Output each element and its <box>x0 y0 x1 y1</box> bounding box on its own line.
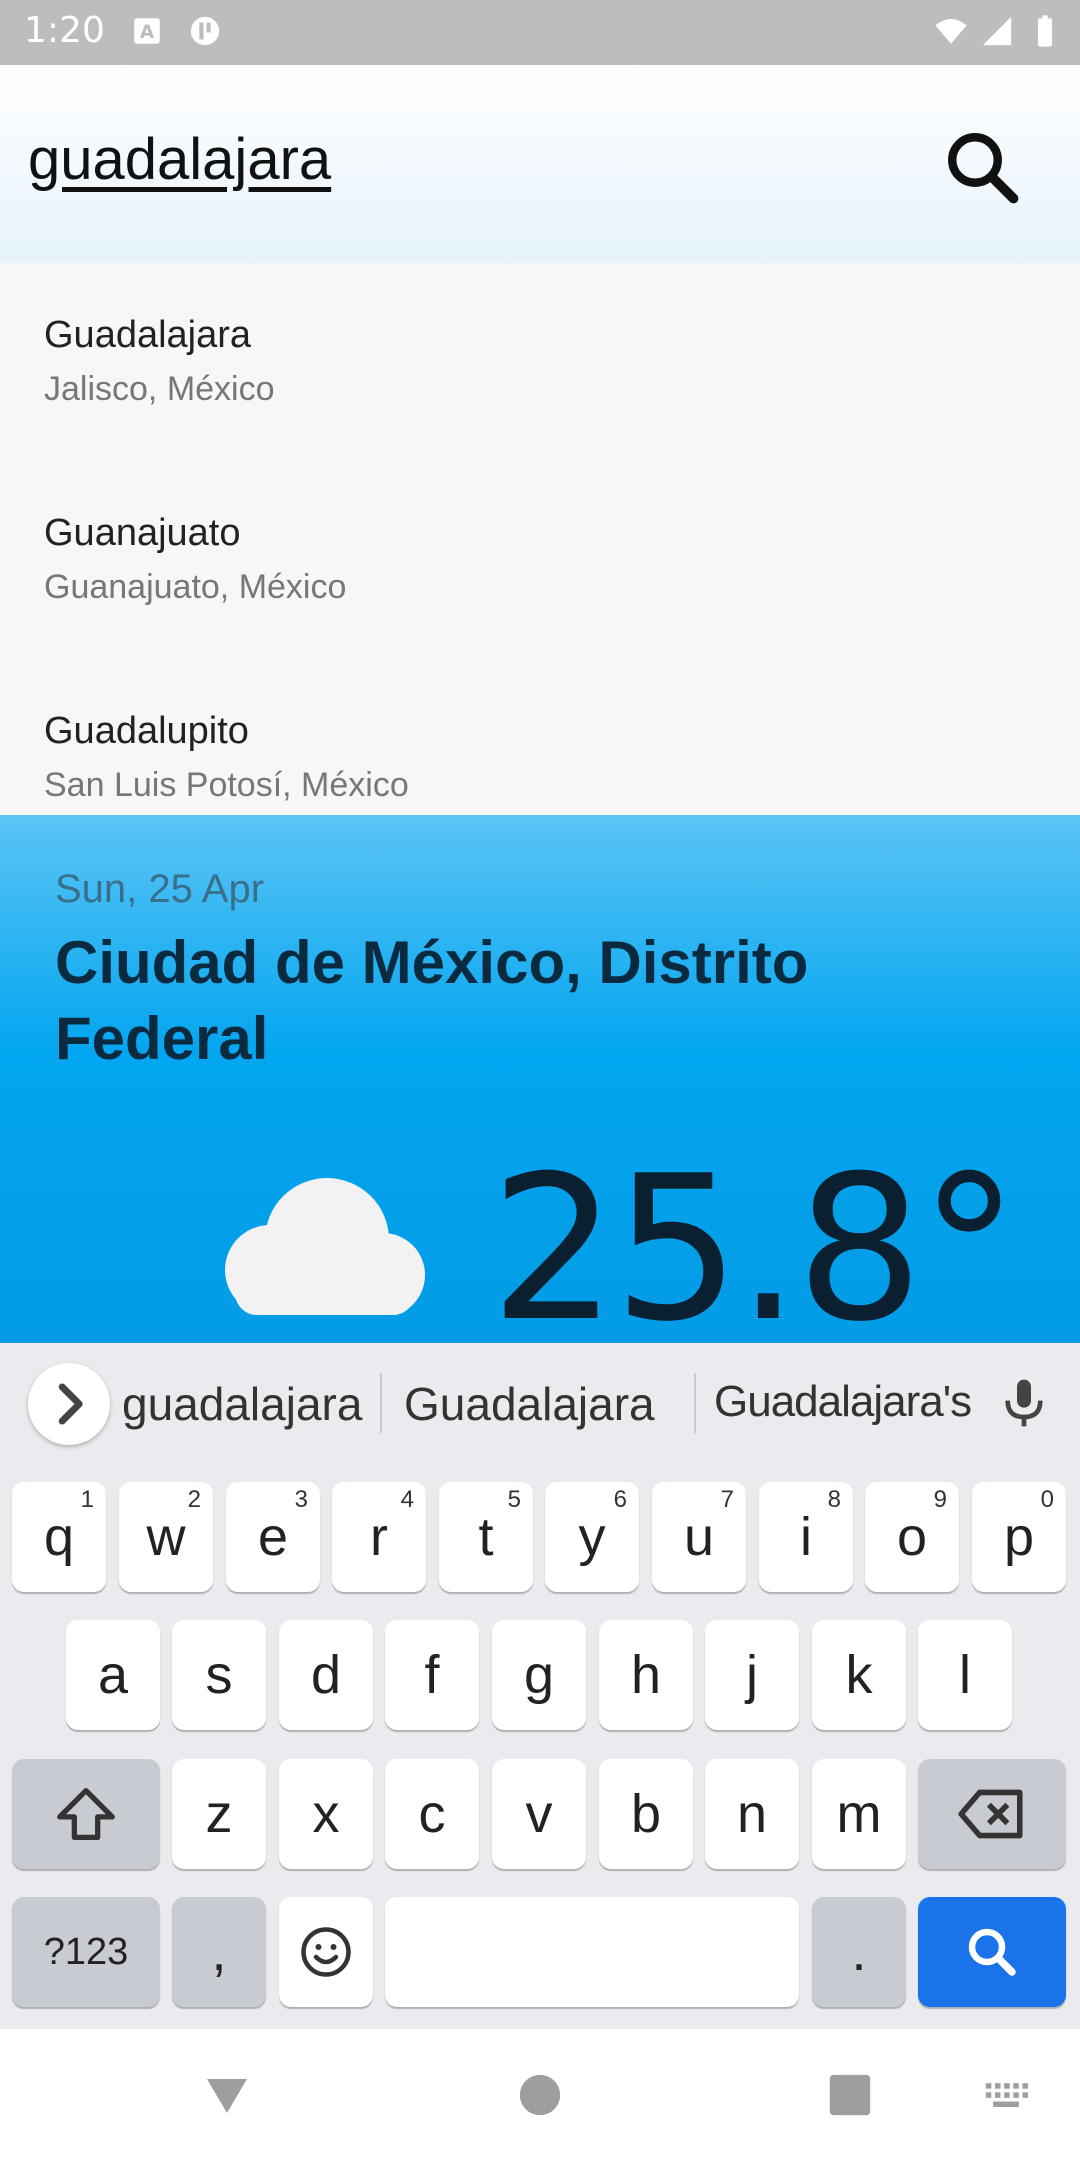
result-region: San Luis Potosí, México <box>44 766 409 804</box>
key-g[interactable]: g <box>492 1620 586 1730</box>
key-z[interactable]: z <box>172 1759 266 1869</box>
app-notification-icon <box>190 16 220 46</box>
key-h[interactable]: h <box>599 1620 693 1730</box>
svg-text:A: A <box>140 22 155 43</box>
key-k[interactable]: k <box>812 1620 906 1730</box>
weather-date: Sun, 25 Apr <box>55 867 265 911</box>
emoji-key[interactable] <box>279 1897 373 2007</box>
suggestion-3[interactable]: Guadalajara's <box>714 1377 972 1427</box>
recents-square-icon[interactable] <box>828 2073 872 2117</box>
key-a[interactable]: a <box>66 1620 160 1730</box>
keyboard-switch-icon[interactable] <box>984 2081 1028 2111</box>
key-s[interactable]: s <box>172 1620 266 1730</box>
signal-icon <box>982 16 1012 46</box>
result-region: Jalisco, México <box>44 370 275 408</box>
shift-key[interactable] <box>12 1759 160 1869</box>
chevron-right-icon <box>58 1383 83 1425</box>
result-region: Guanajuato, México <box>44 568 347 606</box>
suggestion-1[interactable]: guadalajara <box>122 1377 362 1431</box>
navigation-bar <box>0 2029 1080 2160</box>
suggestion-2[interactable]: Guadalajara <box>404 1377 655 1431</box>
search-icon[interactable] <box>940 125 1024 209</box>
home-circle-icon[interactable] <box>518 2073 562 2117</box>
key-w[interactable]: w2 <box>119 1482 213 1592</box>
search-results-list: Guadalajara Jalisco, México Guanajuato G… <box>0 263 1080 815</box>
key-d[interactable]: d <box>279 1620 373 1730</box>
key-n[interactable]: n <box>705 1759 799 1869</box>
search-key[interactable] <box>918 1897 1066 2007</box>
key-b[interactable]: b <box>599 1759 693 1869</box>
key-p[interactable]: p0 <box>972 1482 1066 1592</box>
period-key[interactable]: . <box>812 1897 906 2007</box>
suggestion-divider <box>380 1373 382 1433</box>
text-a-icon: A <box>134 18 160 44</box>
weather-city: Ciudad de México, Distrito Federal <box>55 929 809 1072</box>
key-q[interactable]: q1 <box>12 1482 106 1592</box>
symbols-key[interactable]: ?123 <box>12 1897 160 2007</box>
key-i[interactable]: i8 <box>759 1482 853 1592</box>
backspace-icon <box>958 1789 1023 1839</box>
key-f[interactable]: f <box>385 1620 479 1730</box>
back-triangle-icon[interactable] <box>202 2071 252 2119</box>
suggestion-strip: guadalajara Guadalajara Guadalajara's <box>0 1343 1080 1461</box>
result-name: Guanajuato <box>44 512 241 554</box>
soft-keyboard: guadalajara Guadalajara Guadalajara's q1… <box>0 1343 1080 2029</box>
key-l[interactable]: l <box>918 1620 1012 1730</box>
result-name: Guadalajara <box>44 314 252 356</box>
search-input[interactable]: guadalajara <box>28 126 331 193</box>
expand-suggestions-button[interactable] <box>28 1363 110 1445</box>
emoji-icon <box>301 1927 351 1977</box>
key-c[interactable]: c <box>385 1759 479 1869</box>
microphone-icon[interactable] <box>996 1373 1052 1433</box>
wifi-icon <box>935 18 967 44</box>
search-icon <box>968 1928 1016 1976</box>
result-item[interactable]: Guadalajara Jalisco, México <box>44 313 1044 409</box>
backspace-key[interactable] <box>918 1759 1066 1869</box>
key-u[interactable]: u7 <box>652 1482 746 1592</box>
comma-key[interactable]: , <box>172 1897 266 2007</box>
result-item[interactable]: Guanajuato Guanajuato, México <box>44 511 1044 607</box>
result-name: Guadalupito <box>44 710 249 752</box>
suggestion-divider <box>694 1373 696 1433</box>
key-e[interactable]: e3 <box>226 1482 320 1592</box>
status-time: 1:20 <box>24 10 105 51</box>
search-bar: guadalajara <box>0 65 1080 263</box>
key-m[interactable]: m <box>812 1759 906 1869</box>
key-x[interactable]: x <box>279 1759 373 1869</box>
key-j[interactable]: j <box>705 1620 799 1730</box>
key-v[interactable]: v <box>492 1759 586 1869</box>
key-t[interactable]: t5 <box>439 1482 533 1592</box>
key-o[interactable]: o9 <box>865 1482 959 1592</box>
cloud-icon <box>225 1178 425 1315</box>
battery-icon <box>1037 15 1053 47</box>
shift-icon <box>57 1788 115 1840</box>
space-key[interactable] <box>385 1897 799 2007</box>
key-y[interactable]: y6 <box>545 1482 639 1592</box>
result-item[interactable]: Guadalupito San Luis Potosí, México <box>44 709 1044 805</box>
weather-card: Sun, 25 Apr Ciudad de México, Distrito F… <box>0 815 1080 1343</box>
status-bar: 1:20 A <box>0 0 1080 65</box>
key-r[interactable]: r4 <box>332 1482 426 1592</box>
weather-temperature: 25.8° <box>490 1133 1019 1344</box>
